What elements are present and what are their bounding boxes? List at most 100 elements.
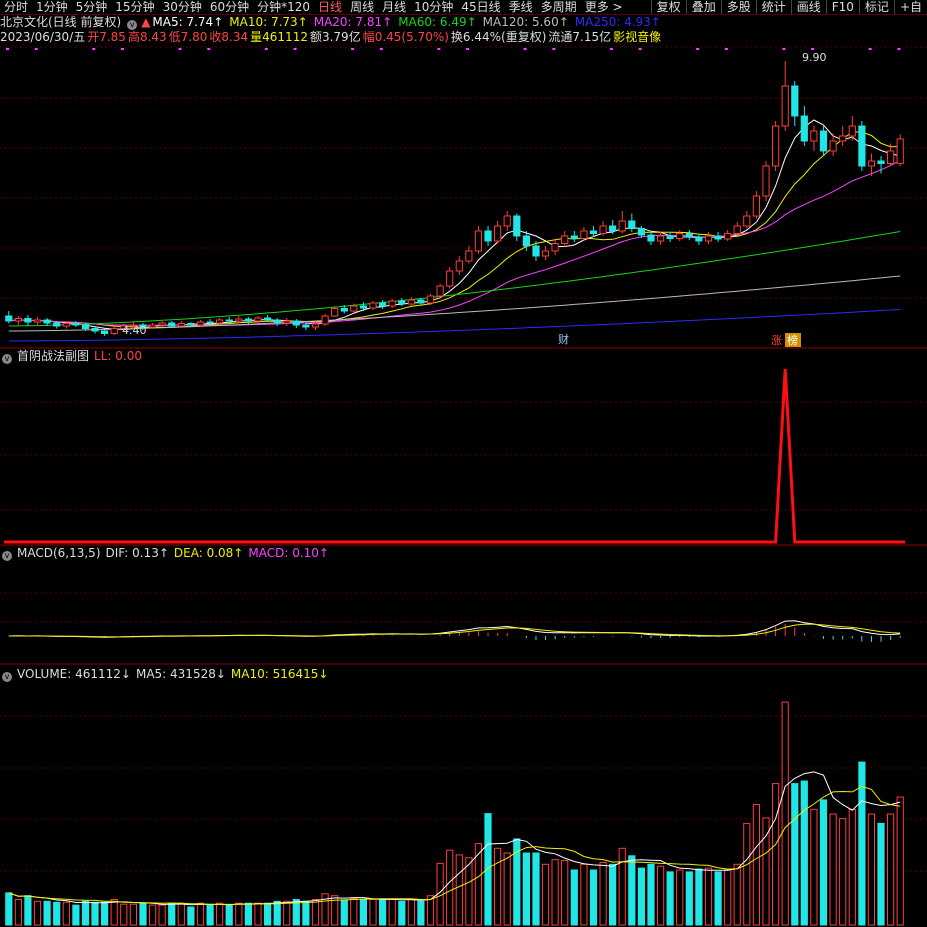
candle-body [369, 302, 377, 309]
candle-body [522, 235, 530, 247]
top-marker [466, 48, 470, 50]
macd-chart [8, 620, 901, 642]
volume-bar [657, 865, 665, 926]
volume-bar [791, 783, 799, 926]
candle-body [158, 322, 166, 326]
signal-line [4, 368, 905, 544]
candle-body [877, 160, 885, 164]
kline-chart[interactable]: 9.90 4.40 财 涨 榜 [0, 0, 927, 927]
candle-body [503, 215, 511, 227]
top-marker [638, 48, 642, 50]
top-marker [207, 48, 211, 50]
candle-body [359, 305, 367, 309]
candle-body [685, 233, 693, 238]
volume-bar [417, 900, 425, 926]
candle-body [311, 323, 320, 328]
candle-body [541, 250, 550, 257]
volume-bar [666, 871, 674, 926]
candle-body [91, 328, 99, 332]
volume-bar [541, 863, 550, 926]
volume-bar [494, 847, 502, 926]
candle-body [714, 235, 722, 240]
candle-body [867, 160, 875, 167]
candle-body [570, 235, 578, 239]
volume-bar [896, 796, 904, 926]
volume-bar [752, 804, 760, 926]
candle-body [331, 308, 339, 317]
candle-body [292, 320, 300, 326]
candle-body [235, 318, 243, 322]
volume-bar [589, 869, 598, 926]
top-marker [552, 48, 556, 50]
volume-bar [829, 813, 837, 926]
candle-body [752, 195, 760, 217]
top-marker [868, 48, 872, 50]
volume-bar [522, 852, 530, 926]
candle-body [599, 225, 607, 234]
candle-body [398, 300, 406, 305]
top-marker [437, 48, 441, 50]
limit-up-marker[interactable]: 涨 [771, 334, 782, 347]
rank-marker[interactable]: 榜 [787, 333, 798, 347]
volume-bar [887, 813, 895, 926]
candle-body [781, 85, 789, 127]
candle-body [436, 285, 444, 297]
volume-bar [503, 852, 511, 926]
candle-body [24, 318, 32, 323]
volume-bar [800, 780, 808, 926]
volume-bar [24, 895, 32, 926]
candle-body [101, 330, 109, 334]
candle-body [819, 130, 828, 152]
candle-body [407, 299, 415, 305]
ma-lines [8, 119, 901, 342]
candle-body [561, 235, 569, 244]
finance-marker[interactable]: 财 [558, 332, 569, 346]
candle-body [53, 322, 61, 327]
volume-bar [225, 904, 233, 926]
volume-bar [704, 867, 713, 926]
volume-bar [695, 868, 703, 926]
volume-bar [359, 899, 367, 926]
volume-bar [628, 855, 636, 926]
candle-body [676, 233, 684, 239]
volume-bar [819, 799, 828, 926]
volume-bar [407, 899, 415, 926]
volume-bar [570, 869, 578, 926]
volume-bar [532, 852, 540, 926]
volume-bar [91, 901, 99, 926]
candle-body [417, 299, 425, 304]
candle-body [637, 228, 645, 236]
candle-body [609, 225, 617, 232]
candle-body [465, 250, 473, 262]
volume-bar [235, 902, 243, 926]
candle-body [254, 317, 262, 322]
candle-body [618, 220, 626, 232]
volume-bar [158, 904, 166, 926]
volume-bar [81, 900, 90, 926]
ma-line [8, 275, 901, 332]
volume-bar [772, 783, 780, 926]
volume-bar [618, 847, 626, 926]
candle-body [513, 215, 521, 237]
candle-body [81, 324, 90, 329]
volume-bar [43, 900, 51, 926]
volume-bar [206, 904, 214, 926]
candle-body [580, 230, 588, 239]
candle-body [225, 319, 233, 322]
volume-bar [120, 903, 128, 926]
volume-bar [877, 822, 885, 926]
candle-body [887, 150, 895, 164]
volume-bar [561, 860, 569, 926]
volume-bar [216, 902, 224, 926]
top-marker [782, 48, 786, 50]
volume-bar [398, 900, 406, 926]
top-marker [351, 48, 355, 50]
top-marker [264, 48, 268, 50]
volume-bar [139, 902, 147, 926]
top-marker [6, 48, 9, 50]
candle-body [474, 230, 482, 252]
volume-bar [302, 900, 310, 926]
candle-body [426, 295, 435, 304]
volume-bar [110, 899, 118, 926]
volume-bar [340, 899, 348, 926]
